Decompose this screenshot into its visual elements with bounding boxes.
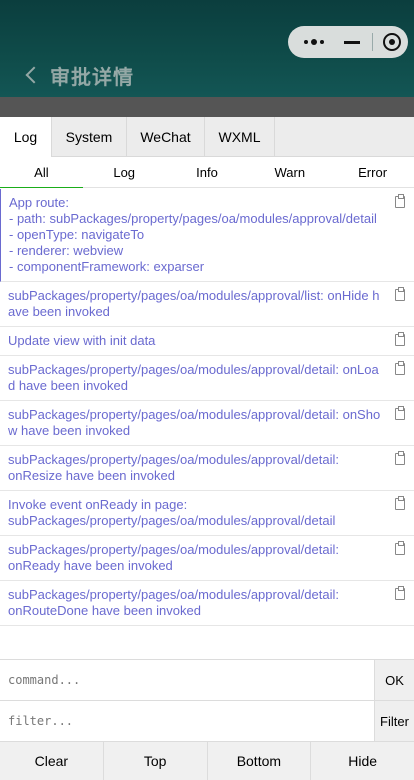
copy-icon[interactable] <box>395 406 405 420</box>
log-list[interactable]: App route: - path: subPackages/property/… <box>0 189 414 659</box>
more-dot <box>320 40 324 44</box>
console-toolbar: Clear Top Bottom Hide <box>0 741 414 780</box>
chevron-left-icon <box>25 66 43 84</box>
console-tabs: Log System WeChat WXML <box>0 117 414 157</box>
close-target-icon[interactable] <box>383 33 401 51</box>
log-entry: subPackages/property/pages/oa/modules/ap… <box>0 581 414 626</box>
subtab-log[interactable]: Log <box>83 157 166 187</box>
filter-button[interactable]: Filter <box>374 701 414 741</box>
hide-button[interactable]: Hide <box>311 742 414 780</box>
log-text: subPackages/property/pages/oa/modules/ap… <box>8 407 381 438</box>
more-menu-button[interactable] <box>288 39 340 45</box>
subtab-info[interactable]: Info <box>166 157 249 187</box>
log-text: subPackages/property/pages/oa/modules/ap… <box>8 542 339 573</box>
log-text: Invoke event onReady in page: subPackage… <box>8 497 336 528</box>
log-entry: subPackages/property/pages/oa/modules/ap… <box>0 446 414 491</box>
back-button[interactable]: 审批详情 <box>24 60 134 90</box>
copy-icon[interactable] <box>395 496 405 510</box>
copy-icon[interactable] <box>395 361 405 375</box>
log-entry: Update view with init data <box>0 327 414 356</box>
target-center <box>389 39 395 45</box>
tab-wechat[interactable]: WeChat <box>127 117 205 157</box>
log-text: subPackages/property/pages/oa/modules/ap… <box>8 288 380 319</box>
page-title: 审批详情 <box>50 64 134 89</box>
more-dot <box>311 39 317 45</box>
tab-wxml[interactable]: WXML <box>205 117 275 157</box>
log-entry: App route: - path: subPackages/property/… <box>0 189 414 282</box>
copy-icon[interactable] <box>395 194 405 208</box>
filter-row: Filter <box>0 700 414 741</box>
app-header: 审批详情 <box>0 0 414 97</box>
filter-input[interactable] <box>0 701 374 741</box>
subtab-all[interactable]: All <box>0 157 83 188</box>
copy-icon[interactable] <box>395 586 405 600</box>
log-entry: subPackages/property/pages/oa/modules/ap… <box>0 401 414 446</box>
clear-button[interactable]: Clear <box>0 742 104 780</box>
mini-program-capsule <box>288 26 408 58</box>
capsule-divider <box>372 33 373 51</box>
more-dots-icon <box>304 40 308 44</box>
log-text: Update view with init data <box>8 333 156 348</box>
subtab-warn[interactable]: Warn <box>248 157 331 187</box>
command-input[interactable] <box>0 660 374 700</box>
log-entry: subPackages/property/pages/oa/modules/ap… <box>0 536 414 581</box>
minimize-icon[interactable] <box>344 40 360 44</box>
copy-icon[interactable] <box>395 451 405 465</box>
page-content-strip <box>0 97 414 117</box>
copy-icon[interactable] <box>395 541 405 555</box>
log-entry: subPackages/property/pages/oa/modules/ap… <box>0 356 414 401</box>
debug-console: Log System WeChat WXML All Log Info Warn… <box>0 117 414 780</box>
log-entry: Invoke event onReady in page: subPackage… <box>0 491 414 536</box>
copy-icon[interactable] <box>395 287 405 301</box>
log-text: App route: - path: subPackages/property/… <box>9 195 377 274</box>
ok-button[interactable]: OK <box>374 660 414 700</box>
tab-system[interactable]: System <box>52 117 127 157</box>
log-text: subPackages/property/pages/oa/modules/ap… <box>8 587 339 618</box>
top-button[interactable]: Top <box>104 742 208 780</box>
command-row: OK <box>0 659 414 700</box>
copy-icon[interactable] <box>395 332 405 346</box>
log-text: subPackages/property/pages/oa/modules/ap… <box>8 452 339 483</box>
tab-log[interactable]: Log <box>0 117 52 157</box>
bottom-button[interactable]: Bottom <box>208 742 312 780</box>
subtab-error[interactable]: Error <box>331 157 414 187</box>
log-level-tabs: All Log Info Warn Error <box>0 157 414 188</box>
log-entry: subPackages/property/pages/oa/modules/ap… <box>0 282 414 327</box>
log-text: subPackages/property/pages/oa/modules/ap… <box>8 362 379 393</box>
